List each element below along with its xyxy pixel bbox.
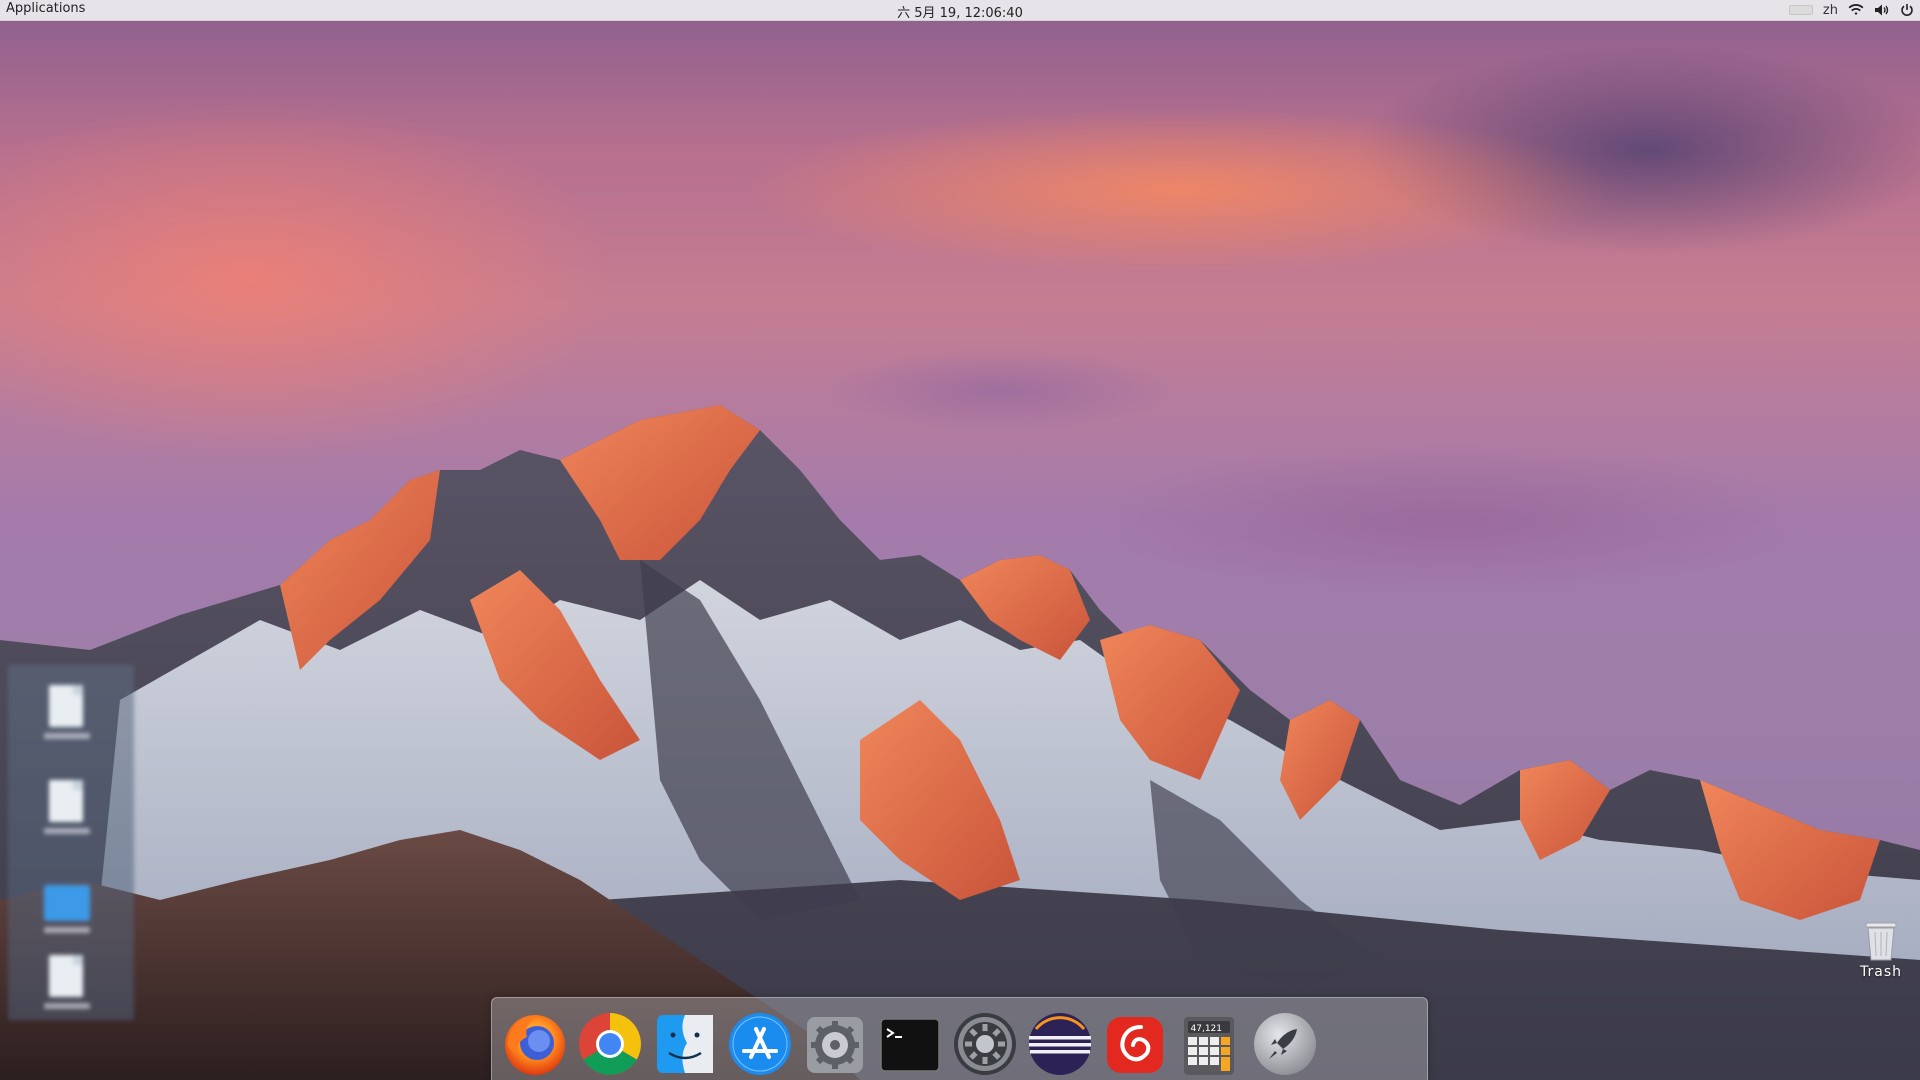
file-icon	[49, 685, 83, 727]
mountain-landscape	[0, 405, 1920, 1080]
dock-item-calculator[interactable]: 47,121	[1174, 1007, 1246, 1079]
system-tray: zh	[1788, 0, 1914, 20]
wifi-icon[interactable]	[1848, 0, 1864, 20]
system-preferences-icon	[954, 1013, 1016, 1075]
firefox-icon	[505, 1015, 565, 1075]
calculator-display: 47,121	[1191, 1024, 1223, 1034]
desktop-file-3[interactable]	[44, 955, 90, 1009]
dock-item-eclipse[interactable]	[1024, 1007, 1096, 1079]
file-icon	[49, 780, 83, 822]
dock-item-netease-music[interactable]	[1099, 1007, 1171, 1079]
folder-icon	[44, 885, 90, 921]
dock: 47,121	[491, 997, 1428, 1080]
finder-icon	[657, 1015, 713, 1073]
trash-label: Trash	[1860, 964, 1902, 980]
applications-menu[interactable]: Applications	[6, 1, 85, 16]
input-language[interactable]: zh	[1823, 0, 1838, 20]
dock-item-app-store[interactable]	[724, 1007, 796, 1079]
eclipse-icon	[1029, 1013, 1091, 1075]
dock-item-launchpad[interactable]	[1249, 1007, 1321, 1079]
chrome-icon	[579, 1013, 641, 1075]
desktop-file-2[interactable]	[44, 780, 90, 834]
desktop-file-1[interactable]	[44, 685, 90, 739]
dock-item-system-preferences[interactable]	[949, 1007, 1021, 1079]
clock: 六 5月 19, 12:06:40	[897, 6, 1023, 21]
netease-music-icon	[1107, 1017, 1163, 1073]
power-icon[interactable]	[1900, 0, 1914, 20]
desktop-wallpaper: Applications 六 5月 19, 12:06:40 zh Trash …	[0, 0, 1920, 1080]
dock-item-chrome[interactable]	[574, 1007, 646, 1079]
dock-item-finder[interactable]	[649, 1007, 721, 1079]
file-icon	[49, 955, 83, 997]
trash[interactable]: Trash	[1846, 920, 1916, 980]
top-panel: Applications 六 5月 19, 12:06:40 zh	[0, 0, 1920, 21]
terminal-icon	[880, 1018, 940, 1072]
desktop-icons-column	[8, 665, 134, 1020]
keyboard-layout-icon[interactable]	[1788, 0, 1813, 20]
trash-can-icon	[1864, 920, 1898, 962]
dock-item-firefox[interactable]	[499, 1007, 571, 1079]
dock-item-settings[interactable]	[799, 1007, 871, 1079]
app-store-icon	[729, 1013, 791, 1075]
volume-icon[interactable]	[1874, 0, 1890, 20]
desktop-folder[interactable]	[44, 885, 90, 933]
calculator-icon: 47,121	[1184, 1017, 1234, 1075]
launchpad-rocket-icon	[1254, 1013, 1316, 1075]
dock-item-terminal[interactable]	[874, 1007, 946, 1079]
settings-gear-icon	[807, 1017, 863, 1073]
